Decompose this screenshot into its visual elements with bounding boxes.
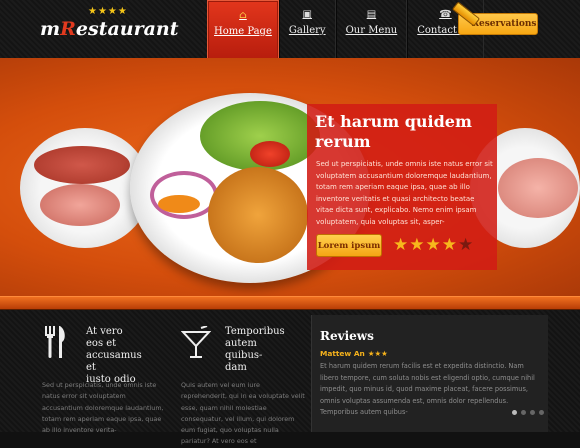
carrot-food xyxy=(158,195,200,213)
star-icon[interactable]: ★ xyxy=(442,235,458,255)
feature-text: Quis autem vel eum iure reprehenderit, q… xyxy=(181,381,305,446)
nav-our-menu-label: Our Menu xyxy=(345,25,398,36)
picture-icon: ▣ xyxy=(302,9,312,20)
feature-title-line: autem quibus- xyxy=(225,338,263,361)
pagination-dot[interactable] xyxy=(530,410,535,415)
hero-title: Et harum quidem rerum xyxy=(315,112,472,151)
logo-r: R xyxy=(60,18,76,40)
review-pagination xyxy=(512,410,544,415)
ham-food xyxy=(40,184,120,226)
logo[interactable]: ★★★★ mRestaurant xyxy=(40,6,179,40)
phone-icon: ☎ xyxy=(439,9,452,20)
feature-title-line: dam xyxy=(225,362,247,373)
star-icon[interactable]: ★ xyxy=(393,235,409,255)
logo-rest: estaurant xyxy=(75,18,179,40)
ham-slices-food xyxy=(498,158,578,218)
pagination-dot[interactable] xyxy=(512,410,517,415)
book-icon: ▤ xyxy=(366,9,377,20)
hero-bottom-bar xyxy=(0,296,580,310)
home-icon: ⌂ xyxy=(239,10,247,21)
logo-prefix: m xyxy=(40,18,61,40)
nav-our-menu[interactable]: ▤ Our Menu xyxy=(335,0,408,58)
pagination-dot[interactable] xyxy=(539,410,544,415)
cocktail-icon xyxy=(180,325,212,360)
feature-title-line: At vero eos et xyxy=(86,326,123,349)
feature-text: Sed ut perspiciatis, unde omnis iste nat… xyxy=(42,381,164,435)
main-nav: ⌂ Home Page ▣ Gallery ▤ Our Menu ☎ Conta… xyxy=(207,0,484,60)
review-text: Et harum quidem rerum facilis est et exp… xyxy=(320,362,535,416)
star-icon[interactable]: ★ xyxy=(426,235,442,255)
star-empty-icon[interactable]: ★ xyxy=(458,235,474,255)
reviews-panel: Reviews Mattew An ★★★ Et harum quidem rer… xyxy=(311,315,548,432)
lorem-ipsum-button[interactable]: Lorem ipsum xyxy=(316,234,382,257)
nav-home[interactable]: ⌂ Home Page xyxy=(207,0,279,60)
hero-rating: ★★★★★ xyxy=(393,235,474,255)
nav-gallery[interactable]: ▣ Gallery xyxy=(278,0,336,58)
schnitzel-food xyxy=(208,167,308,263)
hero-caption: Et harum quidem rerum Sed ut perspiciati… xyxy=(307,104,497,270)
hero-text: Sed ut perspiciatis, unde omnis iste nat… xyxy=(316,160,493,226)
feature-title-line: accusamus et xyxy=(86,350,142,373)
logo-stars: ★★★★ xyxy=(88,6,128,17)
review-stars: ★★★ xyxy=(367,349,388,358)
cutlery-icon xyxy=(42,326,68,360)
review-author: Mattew An xyxy=(320,349,365,358)
star-icon[interactable]: ★ xyxy=(409,235,425,255)
pagination-dot[interactable] xyxy=(521,410,526,415)
nav-gallery-label: Gallery xyxy=(288,25,326,36)
nav-home-label: Home Page xyxy=(214,26,272,37)
tomato-food xyxy=(250,141,290,167)
reviews-title: Reviews xyxy=(320,329,374,343)
sausage-food xyxy=(34,146,130,184)
hero-slider: Et harum quidem rerum Sed ut perspiciati… xyxy=(0,58,580,304)
site-header: ★★★★ mRestaurant ⌂ Home Page ▣ Gallery ▤… xyxy=(0,0,580,60)
feature-title-line: Temporibus xyxy=(225,326,285,337)
